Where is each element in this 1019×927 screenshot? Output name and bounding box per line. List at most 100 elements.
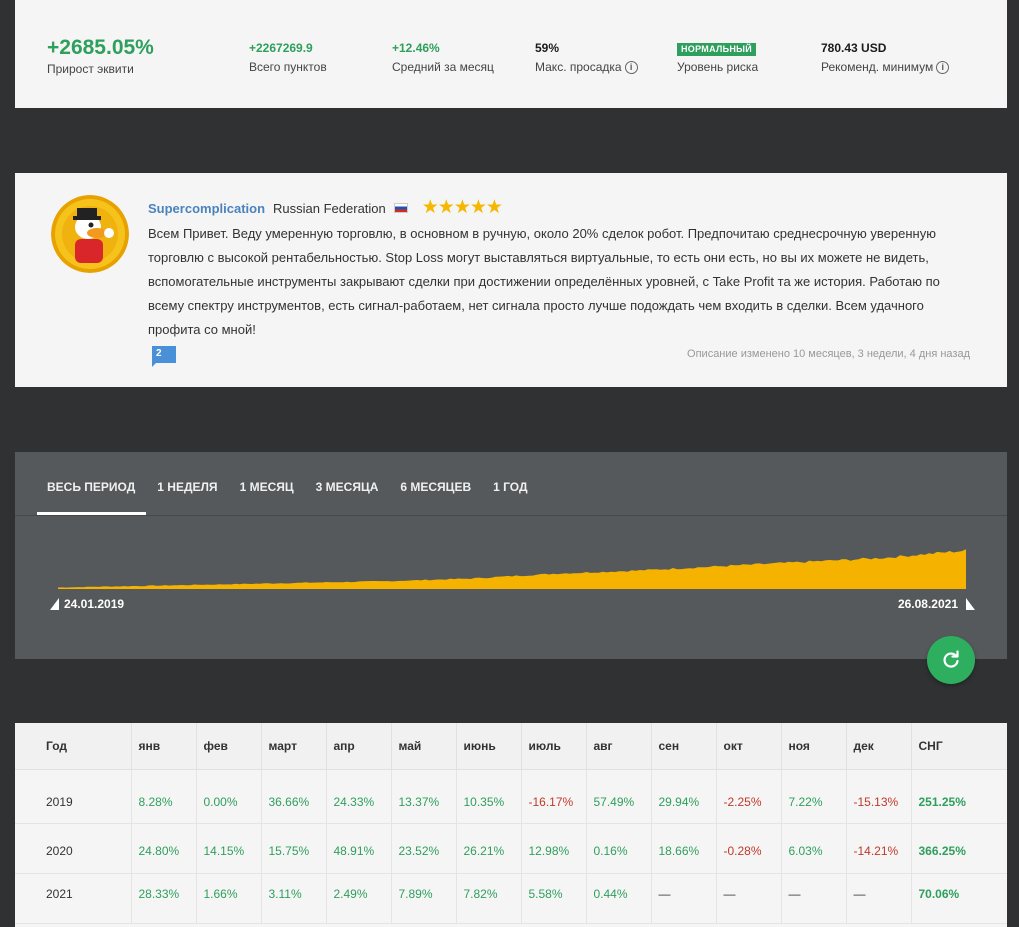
stats-card: +2685.05% Прирост эквити +2267269.9 Всег… [15,0,1007,108]
range-end-handle[interactable] [966,598,975,610]
month-value-cell: 5.58% [520,873,586,924]
table-row: 2020 24.80% 14.15% 15.75% 48.91% 23.52% 26.21%… [15,823,1007,874]
month-value-cell: 48.91% [325,823,391,874]
info-icon[interactable]: i [624,60,638,74]
refresh-icon [943,650,959,668]
month-value-cell: 7.82% [455,873,521,924]
description-edited-note: Описание изменено 10 месяцев, 3 недели, … [687,348,970,360]
month-value-cell: 15.75% [260,823,326,874]
month-value-cell: 12.98% [520,823,586,874]
review-header: Supercomplication Russian Federation ★★★… [148,197,503,218]
month-value-cell: 0.00% [195,769,261,824]
risk-level-badge: НОРМАЛЬНЫЙ [677,43,757,56]
month-value-cell: 28.33% [130,873,196,924]
column-header: Год [15,723,131,770]
equity-area-series [58,549,966,589]
column-header: авг [585,723,651,770]
column-header: март [260,723,326,770]
author-link[interactable]: Supercomplication [148,201,265,216]
stat-risk-level: НОРМАЛЬНЫЙ Уровень риска [677,40,758,74]
month-value-cell: — [845,873,911,924]
stat-label: Макс. просадка i [535,60,638,74]
column-header: ноя [780,723,846,770]
column-header: июнь [455,723,521,770]
month-value-cell: -16.17% [520,769,586,824]
stat-max-drawdown: 59% Макс. просадка i [535,40,638,74]
month-value-cell: 29.94% [650,769,716,824]
month-value-cell: 1.66% [195,873,261,924]
author-country: Russian Federation [273,200,386,216]
table-row: 2019 8.28% 0.00% 36.66% 24.33% 13.37% 10.35% -1… [15,769,1007,824]
month-value-cell: 0.44% [585,873,651,924]
avatar[interactable] [51,195,129,273]
stat-label: Всего пунктов [249,60,327,74]
year-total-cell: 70.06% [910,873,1007,924]
month-value-cell: 23.52% [390,823,456,874]
column-header: июль [520,723,586,770]
rating-stars: ★★★★★ [421,197,503,218]
stat-equity-growth: +2685.05% Прирост эквити [47,36,154,76]
tab-1-week[interactable]: 1 НЕДЕЛЯ [146,452,228,515]
column-header: янв [130,723,196,770]
comments-count-badge[interactable]: 2 [152,346,176,367]
month-value-cell: — [780,873,846,924]
month-value-cell: 0.16% [585,823,651,874]
month-value-cell: 24.33% [325,769,391,824]
month-value-cell: 7.22% [780,769,846,824]
russia-flag-icon [393,203,408,213]
tab-3-months[interactable]: 3 МЕСЯЦА [305,452,390,515]
column-header: окт [715,723,781,770]
stat-monthly-average: +12.46% Средний за месяц [392,40,494,74]
year-total-cell: 366.25% [910,823,1007,874]
month-value-cell: 8.28% [130,769,196,824]
range-start-date: 24.01.2019 [64,597,125,611]
monthly-returns-table: Год янв фев март апр май июнь июль авг с… [15,723,1007,927]
tab-1-year[interactable]: 1 ГОД [482,452,538,515]
review-description: Всем Привет. Веду умеренную торговлю, в … [148,226,940,337]
year-cell: 2019 [15,769,131,824]
column-header: фев [195,723,261,770]
stat-label: Прирост эквити [47,62,134,76]
month-value-cell: 10.35% [455,769,521,824]
year-total-cell: 251.25% [910,769,1007,824]
equity-chart-card: ВЕСЬ ПЕРИОД 1 НЕДЕЛЯ 1 МЕСЯЦ 3 МЕСЯЦА 6 … [15,452,1007,659]
stat-label: Уровень риска [677,60,759,74]
month-value-cell: 14.15% [195,823,261,874]
info-icon[interactable]: i [936,60,950,74]
refresh-button[interactable] [927,636,975,684]
month-value-cell: 36.66% [260,769,326,824]
month-value-cell: 18.66% [650,823,716,874]
month-value-cell: 7.89% [390,873,456,924]
month-value-cell: — [715,873,781,924]
month-value-cell: -0.28% [715,823,781,874]
column-header: апр [325,723,391,770]
stat-value: +2685.05% [47,36,154,59]
stat-value: 780.43 USD [821,41,887,55]
tab-6-months[interactable]: 6 МЕСЯЦЕВ [389,452,482,515]
month-value-cell: -14.21% [845,823,911,874]
column-header: май [390,723,456,770]
tab-1-month[interactable]: 1 МЕСЯЦ [229,452,305,515]
stat-value: +12.46% [392,41,440,55]
month-value-cell: — [650,873,716,924]
month-value-cell: 13.37% [390,769,456,824]
stat-label: Средний за месяц [392,60,494,74]
stat-total-points: +2267269.9 Всего пунктов [249,40,327,74]
range-start-handle[interactable] [50,598,59,610]
column-header: дек [845,723,911,770]
year-cell: 2020 [15,823,131,874]
tab-all-period[interactable]: ВЕСЬ ПЕРИОД [37,452,147,515]
table-header-row: Год янв фев март апр май июнь июль авг с… [15,723,1007,770]
range-end-date: 26.08.2021 [897,597,958,611]
review-card: Supercomplication Russian Federation ★★★… [15,173,1007,387]
month-value-cell: 6.03% [780,823,846,874]
month-value-cell: -2.25% [715,769,781,824]
stat-value: 59% [535,41,560,55]
column-header: сен [650,723,716,770]
month-value-cell: 26.21% [455,823,521,874]
stat-value: +2267269.9 [249,41,313,55]
table-row: 2021 28.33% 1.66% 3.11% 2.49% 7.89% 7.82% 5.58%… [15,873,1007,924]
month-value-cell: -15.13% [845,769,911,824]
year-cell: 2021 [15,873,131,924]
column-header: СНГ [910,723,1007,770]
